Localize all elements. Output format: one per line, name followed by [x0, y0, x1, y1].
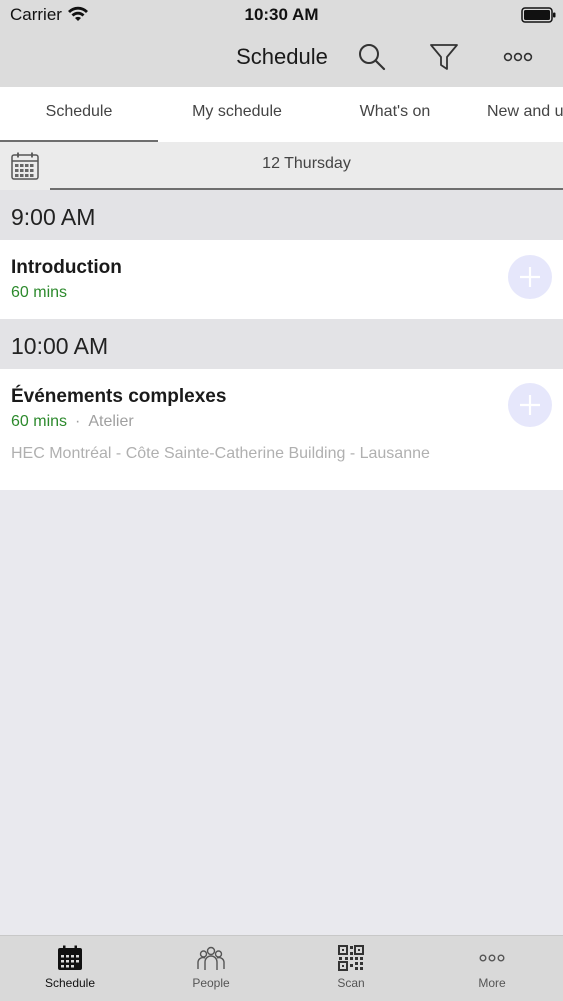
schedule-tabs: Schedule My schedule What's on New and u — [0, 87, 563, 142]
bottom-tab-bar: Schedule People Scan More — [0, 935, 563, 1001]
calendar-icon[interactable] — [10, 151, 40, 181]
tab-label: Schedule — [45, 103, 113, 120]
bottom-tab-label: Scan — [337, 976, 365, 990]
time-label: 9:00 AM — [11, 204, 96, 230]
session-item[interactable]: Événements complexes 60 mins · Atelier HEC… — [0, 369, 563, 490]
filter-button[interactable] — [427, 40, 461, 74]
tab-label: What's on — [359, 103, 431, 120]
bottom-tab-label: Schedule — [44, 976, 96, 990]
more-icon — [479, 954, 505, 962]
page-title: Schedule — [236, 44, 328, 69]
search-icon — [359, 44, 386, 71]
status-time: 10:30 AM — [244, 5, 319, 24]
more-icon — [503, 52, 533, 62]
bottom-tab-scan[interactable]: Scan — [281, 936, 421, 1001]
more-button[interactable] — [501, 40, 535, 74]
bottom-tab-more[interactable]: More — [422, 936, 562, 1001]
date-tab-thursday[interactable]: 12 Thursday — [50, 155, 563, 173]
add-to-schedule-button[interactable] — [508, 383, 552, 427]
time-label: 10:00 AM — [11, 333, 109, 359]
session-type: Atelier — [88, 413, 134, 430]
session-item[interactable]: Introduction 60 mins — [0, 240, 563, 319]
tab-label: New and u — [487, 103, 563, 120]
time-header: 10:00 AM — [0, 319, 563, 369]
session-meta: 60 mins · Atelier — [11, 413, 134, 431]
session-location: HEC Montréal - Côte Sainte-Catherine Bui… — [11, 445, 430, 462]
qr-code-icon — [338, 945, 364, 971]
tab-schedule[interactable]: Schedule — [0, 87, 158, 142]
tab-label: My schedule — [192, 103, 282, 120]
date-selector: 12 Thursday — [0, 142, 563, 190]
status-bar: Carrier 10:30 AM — [0, 0, 563, 30]
bottom-tab-label: More — [478, 976, 506, 990]
filter-icon — [430, 44, 458, 70]
calendar-icon — [58, 945, 82, 970]
session-title: Introduction — [11, 257, 122, 278]
tab-my-schedule[interactable]: My schedule — [158, 87, 316, 142]
plus-icon — [520, 267, 540, 287]
search-button[interactable] — [355, 40, 389, 74]
session-title: Événements complexes — [11, 386, 227, 407]
battery-icon — [521, 7, 556, 23]
navigation-bar: Schedule — [0, 30, 563, 87]
bottom-tab-schedule[interactable]: Schedule — [0, 936, 140, 1001]
bottom-tab-label: People — [192, 976, 230, 990]
tab-whats-on[interactable]: What's on — [316, 87, 474, 142]
bottom-tab-people[interactable]: People — [141, 936, 281, 1001]
session-duration: 60 mins — [11, 413, 68, 430]
session-meta: 60 mins — [11, 284, 67, 302]
meta-separator: · — [75, 413, 81, 430]
plus-icon — [520, 395, 540, 415]
time-header: 9:00 AM — [0, 190, 563, 240]
people-icon — [197, 946, 225, 970]
session-duration: 60 mins — [11, 284, 68, 301]
add-to-schedule-button[interactable] — [508, 255, 552, 299]
tab-new-and-updated[interactable]: New and u — [474, 87, 563, 142]
